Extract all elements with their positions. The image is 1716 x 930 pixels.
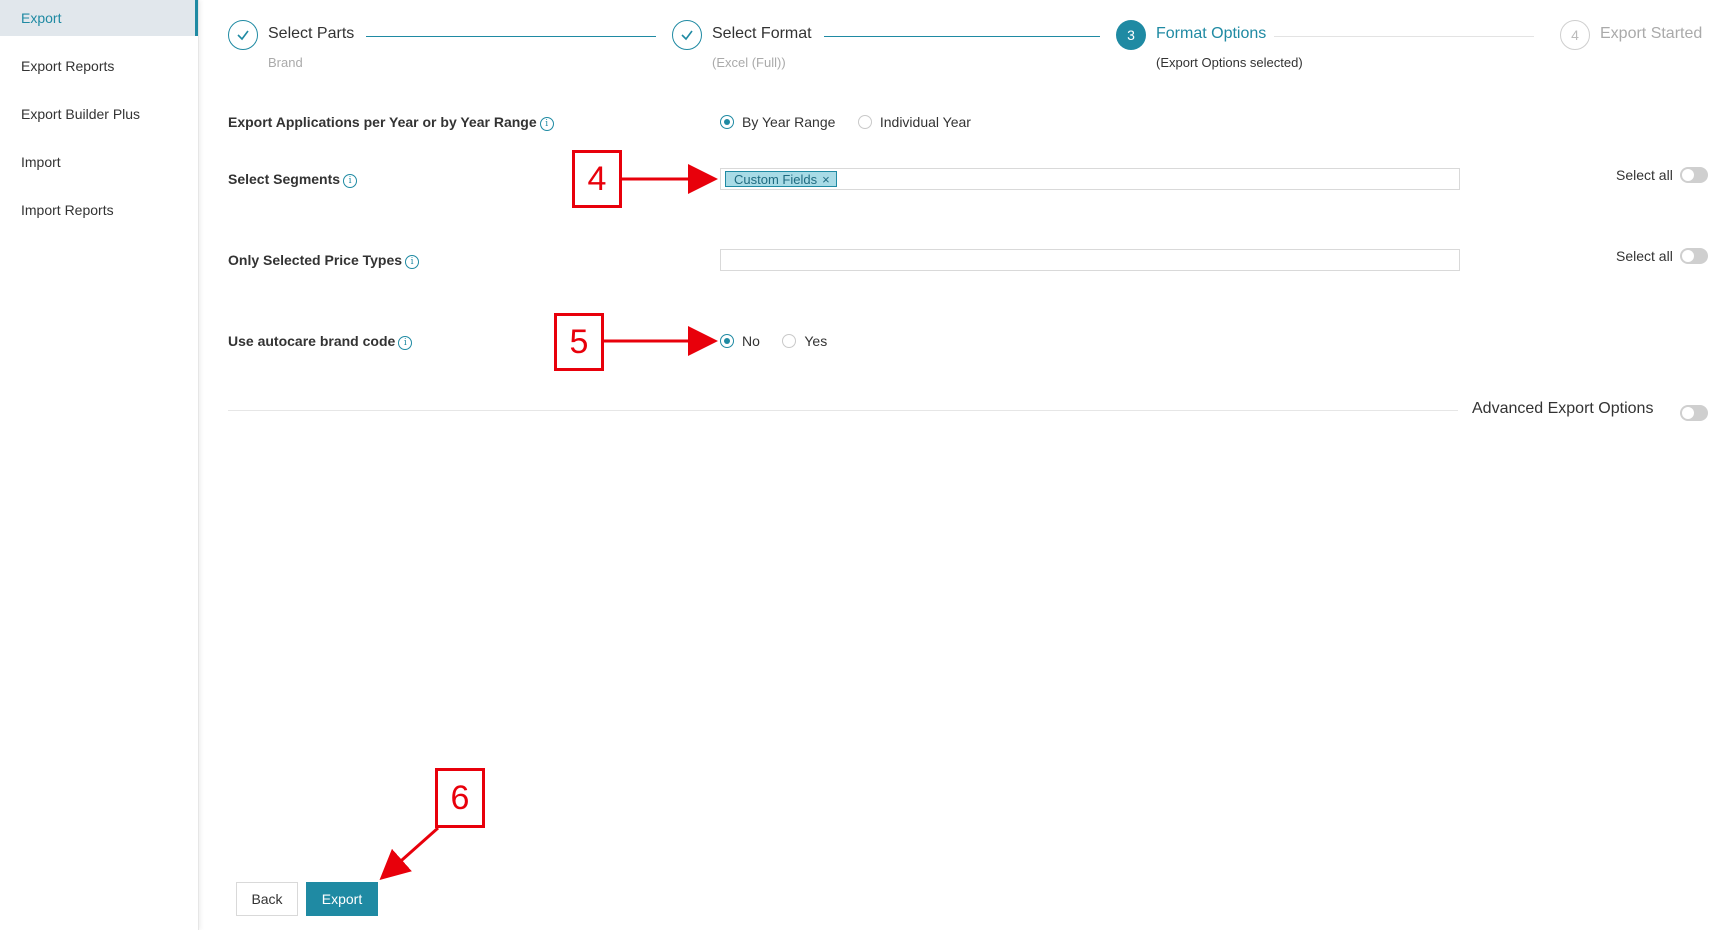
step-3-title: Format Options: [1156, 25, 1267, 42]
step-1-check-icon: [228, 20, 258, 50]
info-icon[interactable]: i: [398, 336, 413, 350]
step-connector: [1274, 36, 1534, 37]
price-types-select-all-label: Select all: [1616, 248, 1673, 264]
sidebar-item-export-builder-plus[interactable]: Export Builder Plus: [0, 96, 198, 132]
step-2-title: Select Format: [712, 25, 812, 42]
sidebar-item-export-reports[interactable]: Export Reports: [0, 48, 198, 84]
year-mode-label: Export Applications per Year or by Year …: [228, 114, 554, 131]
year-mode-radio-group: By Year Range Individual Year: [720, 114, 989, 132]
segments-select-all-toggle[interactable]: [1680, 167, 1708, 183]
autocare-label: Use autocare brand code i: [228, 333, 413, 350]
sidebar-item-import[interactable]: Import: [0, 144, 198, 180]
autocare-radio-group: No Yes: [720, 333, 845, 351]
annotation-4: 4: [572, 150, 622, 208]
step-1-subtitle: Brand: [268, 55, 303, 70]
annotation-6: 6: [435, 768, 485, 828]
step-1-title: Select Parts: [268, 25, 355, 42]
export-button[interactable]: Export: [306, 882, 378, 916]
info-icon[interactable]: i: [405, 255, 420, 269]
sidebar-item-import-reports[interactable]: Import Reports: [0, 192, 198, 228]
step-3-number: 3: [1116, 20, 1146, 50]
annotation-arrows: [379, 164, 718, 880]
info-icon[interactable]: i: [539, 117, 554, 131]
radio-individual-year-label: Individual Year: [879, 114, 971, 130]
segment-tag: Custom Fields ×: [725, 171, 837, 187]
step-2-subtitle: (Excel (Full)): [712, 55, 786, 70]
step-4-number: 4: [1560, 20, 1590, 50]
radio-no-label: No: [742, 333, 760, 349]
annotation-arrow-6: [379, 826, 439, 880]
radio-yes-label: Yes: [804, 333, 828, 349]
advanced-export-options-toggle[interactable]: [1680, 405, 1708, 421]
back-button[interactable]: Back: [236, 882, 298, 916]
info-icon[interactable]: i: [343, 174, 358, 188]
radio-by-year-range[interactable]: [720, 115, 734, 129]
tag-remove-icon[interactable]: ×: [822, 172, 830, 187]
annotation-5: 5: [554, 313, 604, 371]
price-types-label: Only Selected Price Types i: [228, 252, 420, 269]
divider: [228, 410, 1458, 411]
radio-yes[interactable]: [782, 334, 797, 348]
step-4-title: Export Started: [1600, 25, 1703, 42]
stepper: Select Parts Brand Select Format (Excel …: [226, 18, 1706, 78]
radio-no[interactable]: [720, 334, 734, 348]
step-connector: [824, 36, 1100, 37]
advanced-export-options-label: Advanced Export Options: [1472, 400, 1654, 417]
sidebar-item-export[interactable]: Export: [0, 0, 198, 36]
step-connector: [366, 36, 656, 37]
segments-select-all-label: Select all: [1616, 167, 1673, 183]
sidebar: Export Export Reports Export Builder Plu…: [0, 0, 199, 930]
price-types-select-all-toggle[interactable]: [1680, 248, 1708, 264]
step-2-check-icon: [672, 20, 702, 50]
step-3-subtitle: (Export Options selected): [1156, 55, 1303, 70]
price-types-input[interactable]: [720, 249, 1460, 271]
segments-label: Select Segments i: [228, 171, 358, 188]
radio-by-year-range-label: By Year Range: [742, 114, 836, 130]
segments-input[interactable]: Custom Fields ×: [720, 168, 1460, 190]
radio-individual-year[interactable]: [857, 115, 872, 129]
